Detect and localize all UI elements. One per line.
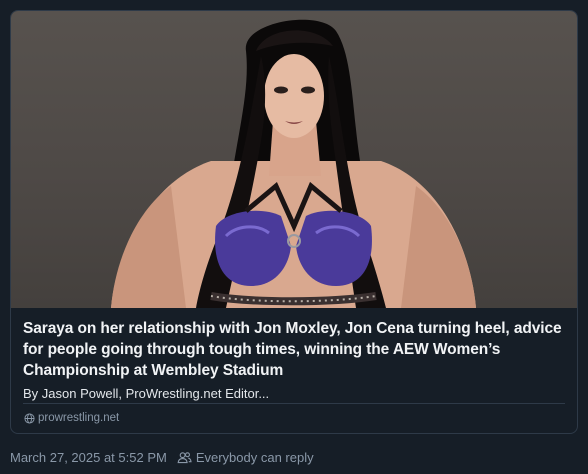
link-domain: prowrestling.net [24,411,119,425]
globe-icon [24,412,35,424]
link-domain-text: prowrestling.net [38,412,120,424]
link-preview-image[interactable] [11,11,577,308]
post-meta: March 27, 2025 at 5:52 PM Everybody can … [10,450,314,465]
people-icon [177,452,192,464]
reply-setting: Everybody can reply [177,450,314,465]
link-title[interactable]: Saraya on her relationship with Jon Moxl… [23,318,565,381]
link-preview-body: Saraya on her relationship with Jon Moxl… [11,308,577,403]
card-divider [23,403,565,404]
person-photo [111,19,476,308]
reply-setting-text: Everybody can reply [195,450,314,465]
link-preview-card[interactable]: Saraya on her relationship with Jon Moxl… [10,10,578,434]
post-timestamp[interactable]: March 27, 2025 at 5:52 PM [10,450,167,465]
link-description: By Jason Powell, ProWrestling.net Editor… [23,386,270,401]
